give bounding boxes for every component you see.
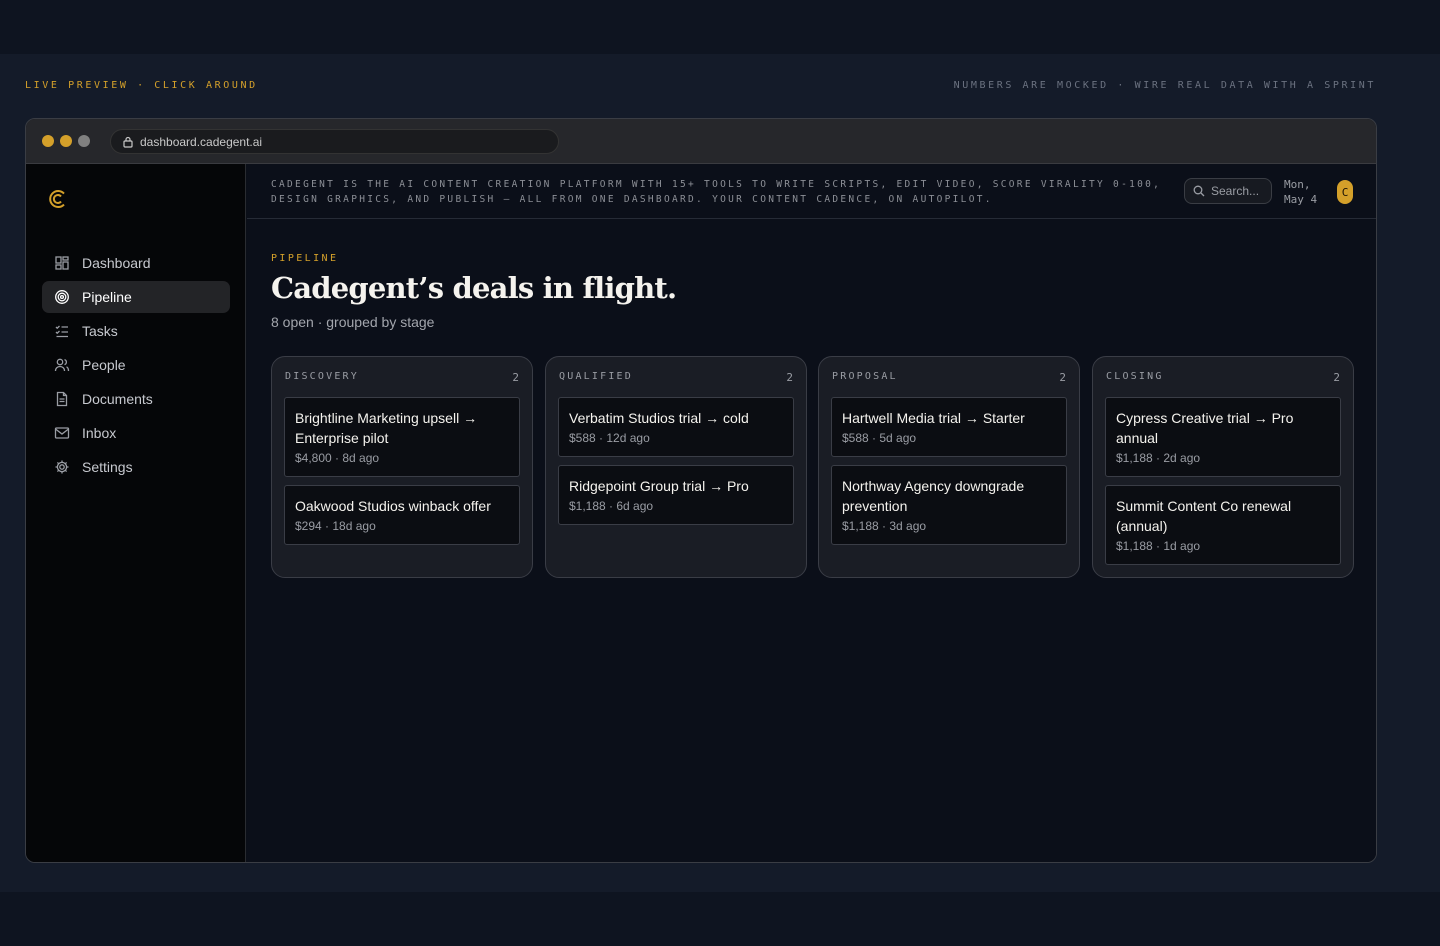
column-header: QUALIFIED 2 [559, 371, 793, 384]
column-header: CLOSING 2 [1106, 371, 1340, 384]
sidebar-item-inbox[interactable]: Inbox [42, 417, 230, 449]
search-input[interactable]: Search... [1184, 178, 1272, 204]
sidebar-item-settings[interactable]: Settings [42, 451, 230, 483]
sidebar-item-label: Dashboard [82, 255, 151, 271]
column-count: 2 [1333, 371, 1340, 384]
sidebar-item-tasks[interactable]: Tasks [42, 315, 230, 347]
deal-title: Northway Agency downgrade prevention [842, 478, 1025, 514]
deal-card[interactable]: Northway Agency downgrade prevention $1,… [831, 465, 1067, 545]
checklist-icon [55, 325, 68, 338]
mock-note: NUMBERS ARE MOCKED · WIRE REAL DATA WITH… [953, 80, 1376, 91]
target-icon [55, 290, 69, 304]
column-title: PROPOSAL [832, 371, 898, 382]
deal-meta: $1,188 · 6d ago [569, 499, 654, 513]
current-date: Mon, May 4 [1284, 178, 1318, 206]
stage-column-closing: CLOSING 2 Cypress Creative trial → Pro a… [1092, 356, 1354, 578]
url-text: dashboard.cadegent.ai [140, 134, 263, 149]
sidebar-item-documents[interactable]: Documents [42, 383, 230, 415]
column-title: QUALIFIED [559, 371, 633, 382]
column-header: DISCOVERY 2 [285, 371, 519, 384]
gear-icon [55, 460, 69, 474]
sidebar-item-label: Pipeline [82, 289, 132, 305]
column-title: CLOSING [1106, 371, 1164, 382]
deal-meta: $588 · 12d ago [569, 431, 650, 445]
sidebar-nav: Dashboard Pipeline Tasks People Document… [42, 247, 230, 485]
deal-card[interactable]: Summit Content Co renewal (annual) $1,18… [1105, 485, 1341, 565]
lock-icon [123, 136, 133, 148]
main-content: CADEGENT IS THE AI CONTENT CREATION PLAT… [247, 164, 1376, 862]
section-eyebrow: PIPELINE [271, 253, 339, 264]
window-close-dot[interactable] [42, 135, 54, 147]
deal-card[interactable]: Verbatim Studios trial → cold $588 · 12d… [558, 397, 794, 457]
window-maximize-dot[interactable] [78, 135, 90, 147]
page-subtitle: 8 open · grouped by stage [271, 314, 435, 330]
column-count: 2 [1059, 371, 1066, 384]
sidebar-item-label: Settings [82, 459, 133, 475]
deal-title: Brightline Marketing upsell → Enterprise… [295, 410, 478, 446]
column-title: DISCOVERY [285, 371, 359, 382]
top-bar: CADEGENT IS THE AI CONTENT CREATION PLAT… [247, 164, 1376, 219]
top-band [0, 0, 1440, 54]
search-placeholder: Search... [1211, 184, 1260, 198]
browser-window: dashboard.cadegent.ai Dashboard Pipeline… [25, 118, 1377, 863]
deal-title: Summit Content Co renewal (annual) [1116, 498, 1292, 534]
page-title: Cadegent’s deals in flight. [271, 271, 677, 305]
sidebar-item-label: Tasks [82, 323, 118, 339]
sidebar-item-label: People [82, 357, 126, 373]
address-bar[interactable]: dashboard.cadegent.ai [110, 129, 559, 154]
browser-chrome: dashboard.cadegent.ai [26, 119, 1376, 164]
sidebar-item-pipeline[interactable]: Pipeline [42, 281, 230, 313]
deal-meta: $1,188 · 2d ago [1116, 451, 1201, 465]
pipeline-board: DISCOVERY 2 Brightline Marketing upsell … [271, 356, 1354, 578]
sidebar-item-label: Documents [82, 391, 153, 407]
column-count: 2 [512, 371, 519, 384]
column-count: 2 [786, 371, 793, 384]
deal-title: Cypress Creative trial → Pro annual [1116, 410, 1294, 446]
product-tagline: CADEGENT IS THE AI CONTENT CREATION PLAT… [271, 179, 1162, 205]
stage-column-discovery: DISCOVERY 2 Brightline Marketing upsell … [271, 356, 533, 578]
search-icon [1193, 185, 1205, 197]
deal-meta: $294 · 18d ago [295, 519, 376, 533]
document-icon [56, 391, 68, 407]
deal-title: Ridgepoint Group trial → Pro [569, 478, 749, 494]
sidebar: Dashboard Pipeline Tasks People Document… [26, 164, 246, 862]
bottom-band [0, 892, 1440, 946]
deal-card[interactable]: Brightline Marketing upsell → Enterprise… [284, 397, 520, 477]
deal-card[interactable]: Cypress Creative trial → Pro annual $1,1… [1105, 397, 1341, 477]
sidebar-item-people[interactable]: People [42, 349, 230, 381]
cadegent-logo-icon[interactable] [48, 188, 68, 210]
sidebar-item-dashboard[interactable]: Dashboard [42, 247, 230, 279]
deal-meta: $588 · 5d ago [842, 431, 917, 445]
avatar[interactable]: C [1337, 180, 1353, 204]
deal-card[interactable]: Ridgepoint Group trial → Pro $1,188 · 6d… [558, 465, 794, 525]
deal-title: Verbatim Studios trial → cold [569, 410, 749, 426]
users-icon [54, 358, 70, 372]
deal-card[interactable]: Hartwell Media trial → Starter $588 · 5d… [831, 397, 1067, 457]
mail-icon [54, 427, 70, 439]
stage-column-qualified: QUALIFIED 2 Verbatim Studios trial → col… [545, 356, 807, 578]
column-header: PROPOSAL 2 [832, 371, 1066, 384]
deal-meta: $1,188 · 1d ago [1116, 539, 1201, 553]
preview-label: LIVE PREVIEW · CLICK AROUND [25, 80, 258, 91]
sidebar-item-label: Inbox [82, 425, 117, 441]
deal-title: Hartwell Media trial → Starter [842, 410, 1025, 426]
deal-meta: $4,800 · 8d ago [295, 451, 380, 465]
window-minimize-dot[interactable] [60, 135, 72, 147]
deal-card[interactable]: Oakwood Studios winback offer $294 · 18d… [284, 485, 520, 545]
deal-meta: $1,188 · 3d ago [842, 519, 927, 533]
stage-column-proposal: PROPOSAL 2 Hartwell Media trial → Starte… [818, 356, 1080, 578]
deal-title: Oakwood Studios winback offer [295, 498, 491, 514]
dashboard-icon [55, 256, 69, 270]
